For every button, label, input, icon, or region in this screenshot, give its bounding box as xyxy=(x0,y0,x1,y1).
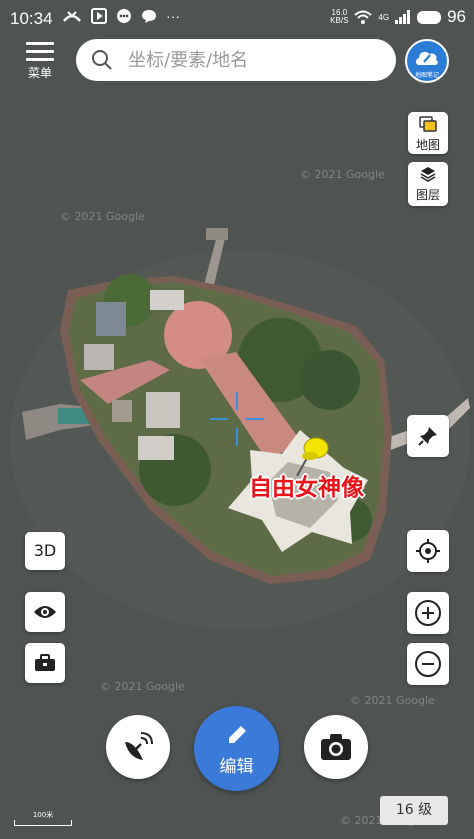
3d-label: 3D xyxy=(33,541,57,560)
search-input[interactable] xyxy=(126,48,380,72)
menu-button[interactable]: 菜单 xyxy=(22,42,58,81)
missed-call-icon xyxy=(63,11,81,22)
battery-level: 96 xyxy=(447,7,466,26)
edit-label: 编辑 xyxy=(219,757,254,777)
camera-icon xyxy=(321,734,351,760)
zoom-level-indicator: 16 级 xyxy=(380,796,448,825)
map-icon xyxy=(419,116,437,132)
signal-icon xyxy=(395,10,411,24)
visibility-button[interactable] xyxy=(25,592,65,632)
locate-icon xyxy=(416,539,440,563)
map-type-button[interactable]: 地图 xyxy=(408,112,448,154)
hamburger-icon xyxy=(22,42,58,61)
pencil-cloud-icon xyxy=(416,51,438,65)
zoom-in-button[interactable] xyxy=(407,592,449,634)
chat-icon xyxy=(117,9,131,23)
map-watermark: © 2021 Google xyxy=(300,168,385,181)
layers-label: 图层 xyxy=(415,188,440,202)
search-icon xyxy=(92,50,112,70)
add-pin-button[interactable] xyxy=(407,415,449,457)
satellite-button[interactable] xyxy=(106,715,170,779)
more-notifications-icon: ··· xyxy=(166,8,180,24)
camera-button[interactable] xyxy=(304,715,368,779)
satellite-dish-icon xyxy=(125,732,153,760)
notification-icons: ··· xyxy=(62,8,180,24)
toolbox-button[interactable] xyxy=(25,643,65,683)
toolbox-icon xyxy=(35,654,55,671)
pin-icon xyxy=(418,427,437,446)
pencil-icon xyxy=(228,726,246,743)
play-icon xyxy=(91,8,107,24)
net-speed: 16.0 KB/S xyxy=(330,8,349,25)
layers-button[interactable]: 图层 xyxy=(408,162,448,206)
menu-label: 菜单 xyxy=(27,66,52,80)
map-watermark: © 2021 Google xyxy=(60,210,145,223)
scale-label: 100米 xyxy=(32,811,54,819)
eye-icon xyxy=(34,606,56,618)
map-notes-label: 地图笔记 xyxy=(414,72,439,79)
wifi-icon xyxy=(354,10,373,24)
layers-icon xyxy=(420,167,436,182)
status-time: 10:34 xyxy=(10,9,53,28)
message-icon xyxy=(142,10,156,23)
network-type: 4G xyxy=(378,12,390,22)
3d-toggle-button[interactable]: 3D xyxy=(25,532,65,570)
zoom-out-button[interactable] xyxy=(407,643,449,685)
map-type-label: 地图 xyxy=(415,138,440,152)
map-notes-button[interactable]: 地图笔记 xyxy=(405,39,449,83)
locate-button[interactable] xyxy=(407,530,449,572)
battery-icon xyxy=(417,10,442,24)
zoom-out-icon xyxy=(415,651,441,677)
search-bar[interactable] xyxy=(76,39,396,81)
map-watermark: © 2021 Google xyxy=(100,680,185,693)
poi-label[interactable]: 自由女神像 xyxy=(249,468,364,502)
zoom-in-icon xyxy=(415,600,441,626)
status-bar: 10:34 ··· 16.0 KB/S 4G 96 xyxy=(0,0,474,38)
edit-button[interactable]: 编辑 xyxy=(194,706,279,791)
map-watermark: © 2021 Google xyxy=(350,694,435,707)
scale-bar: 100米 xyxy=(14,810,72,826)
